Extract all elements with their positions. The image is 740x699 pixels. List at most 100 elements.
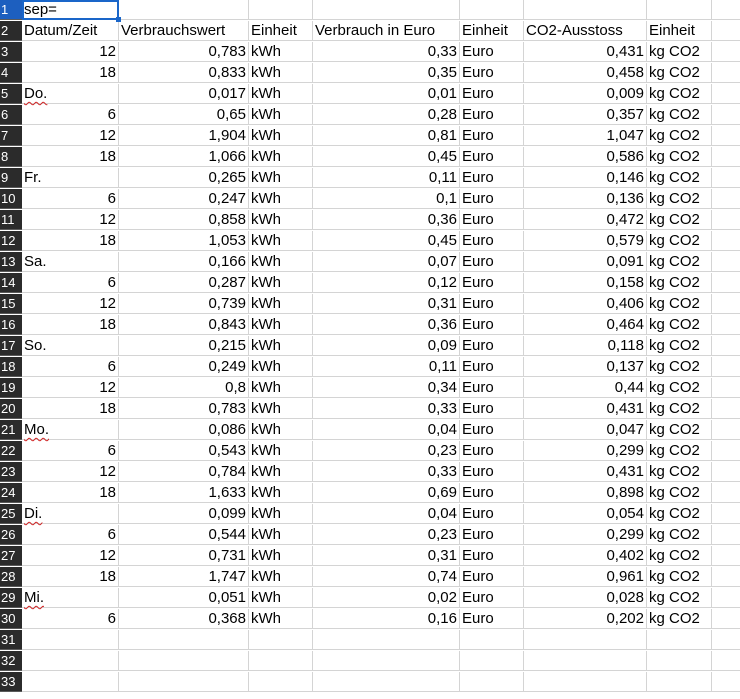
table-cell[interactable]: Euro	[460, 609, 524, 629]
row-header[interactable]: 20	[0, 399, 22, 419]
table-cell[interactable]	[647, 672, 712, 692]
table-cell[interactable]: kg CO2	[647, 504, 712, 524]
table-cell[interactable]: Euro	[460, 462, 524, 482]
table-cell[interactable]	[119, 651, 249, 671]
table-cell[interactable]: Euro	[460, 273, 524, 293]
row-header[interactable]: 26	[0, 525, 22, 545]
table-cell[interactable]: 0,146	[524, 168, 647, 188]
table-cell[interactable]: 1,053	[119, 231, 249, 251]
table-cell[interactable]: Sa.	[22, 252, 119, 272]
table-cell[interactable]: kg CO2	[647, 399, 712, 419]
table-cell[interactable]: 12	[22, 378, 119, 398]
table-cell[interactable]	[712, 63, 740, 83]
table-cell[interactable]: Do.	[22, 84, 119, 104]
table-cell[interactable]	[712, 210, 740, 230]
table-cell[interactable]: 0,783	[119, 42, 249, 62]
table-cell[interactable]	[712, 357, 740, 377]
table-cell[interactable]: 0,028	[524, 588, 647, 608]
table-cell[interactable]: kWh	[249, 105, 313, 125]
table-cell[interactable]	[647, 630, 712, 650]
table-cell[interactable]: kWh	[249, 588, 313, 608]
row-header[interactable]: 24	[0, 483, 22, 503]
table-cell[interactable]: Verbrauch in Euro	[313, 21, 460, 41]
table-cell[interactable]: kWh	[249, 294, 313, 314]
table-cell[interactable]	[119, 0, 249, 20]
table-cell[interactable]: kWh	[249, 609, 313, 629]
table-cell[interactable]: kg CO2	[647, 42, 712, 62]
table-cell[interactable]	[712, 609, 740, 629]
table-cell[interactable]: Euro	[460, 315, 524, 335]
table-cell[interactable]: 0,158	[524, 273, 647, 293]
table-cell[interactable]: 6	[22, 189, 119, 209]
table-cell[interactable]: 0,16	[313, 609, 460, 629]
table-cell[interactable]: 0,33	[313, 399, 460, 419]
row-header[interactable]: 21	[0, 420, 22, 440]
table-cell[interactable]	[313, 630, 460, 650]
table-cell[interactable]: 0,287	[119, 273, 249, 293]
table-cell[interactable]: Euro	[460, 525, 524, 545]
table-cell[interactable]: Einheit	[249, 21, 313, 41]
table-cell[interactable]: 1,633	[119, 483, 249, 503]
table-cell[interactable]: 18	[22, 399, 119, 419]
table-cell[interactable]	[524, 672, 647, 692]
table-cell[interactable]: Euro	[460, 567, 524, 587]
table-cell[interactable]: kWh	[249, 399, 313, 419]
table-cell[interactable]: 0,579	[524, 231, 647, 251]
row-header[interactable]: 29	[0, 588, 22, 608]
table-cell[interactable]: Euro	[460, 42, 524, 62]
table-cell[interactable]: Fr.	[22, 168, 119, 188]
table-cell[interactable]: kg CO2	[647, 210, 712, 230]
table-cell[interactable]: Euro	[460, 126, 524, 146]
table-cell[interactable]	[712, 546, 740, 566]
table-cell[interactable]: kWh	[249, 168, 313, 188]
table-cell[interactable]: 18	[22, 147, 119, 167]
table-cell[interactable]	[524, 0, 647, 20]
table-cell[interactable]: kWh	[249, 483, 313, 503]
table-cell[interactable]: kg CO2	[647, 168, 712, 188]
table-cell[interactable]: Euro	[460, 168, 524, 188]
table-cell[interactable]: kg CO2	[647, 84, 712, 104]
table-cell[interactable]: 0,31	[313, 294, 460, 314]
table-cell[interactable]: 0,402	[524, 546, 647, 566]
table-cell[interactable]	[460, 630, 524, 650]
table-cell[interactable]: 0,858	[119, 210, 249, 230]
table-cell[interactable]: kWh	[249, 189, 313, 209]
table-cell[interactable]: 0,09	[313, 336, 460, 356]
row-header[interactable]: 12	[0, 231, 22, 251]
table-cell[interactable]: 0,23	[313, 525, 460, 545]
table-cell[interactable]: kWh	[249, 441, 313, 461]
row-header[interactable]: 2	[0, 21, 22, 41]
table-cell[interactable]: kWh	[249, 273, 313, 293]
table-cell[interactable]: Euro	[460, 483, 524, 503]
table-cell[interactable]: 12	[22, 126, 119, 146]
table-cell[interactable]	[712, 126, 740, 146]
table-cell[interactable]: Euro	[460, 294, 524, 314]
table-cell[interactable]: kg CO2	[647, 588, 712, 608]
table-cell[interactable]: 12	[22, 546, 119, 566]
table-cell[interactable]	[712, 588, 740, 608]
table-cell[interactable]	[249, 630, 313, 650]
table-cell[interactable]: 0,091	[524, 252, 647, 272]
row-header[interactable]: 30	[0, 609, 22, 629]
row-header[interactable]: 17	[0, 336, 22, 356]
table-cell[interactable]: 6	[22, 273, 119, 293]
table-cell[interactable]: 6	[22, 609, 119, 629]
table-cell[interactable]	[712, 273, 740, 293]
table-cell[interactable]: kWh	[249, 462, 313, 482]
table-cell[interactable]	[712, 504, 740, 524]
table-cell[interactable]	[22, 672, 119, 692]
table-cell[interactable]	[22, 651, 119, 671]
table-cell[interactable]: 0,458	[524, 63, 647, 83]
table-cell[interactable]: kg CO2	[647, 357, 712, 377]
table-cell[interactable]: Euro	[460, 105, 524, 125]
table-cell[interactable]	[460, 651, 524, 671]
table-cell[interactable]: 18	[22, 567, 119, 587]
table-cell[interactable]: 6	[22, 105, 119, 125]
table-cell[interactable]: kWh	[249, 231, 313, 251]
table-cell[interactable]	[712, 42, 740, 62]
table-cell[interactable]: 0,74	[313, 567, 460, 587]
table-cell[interactable]: 0,137	[524, 357, 647, 377]
table-cell[interactable]: 0,04	[313, 504, 460, 524]
table-cell[interactable]	[712, 378, 740, 398]
table-cell[interactable]: Euro	[460, 399, 524, 419]
